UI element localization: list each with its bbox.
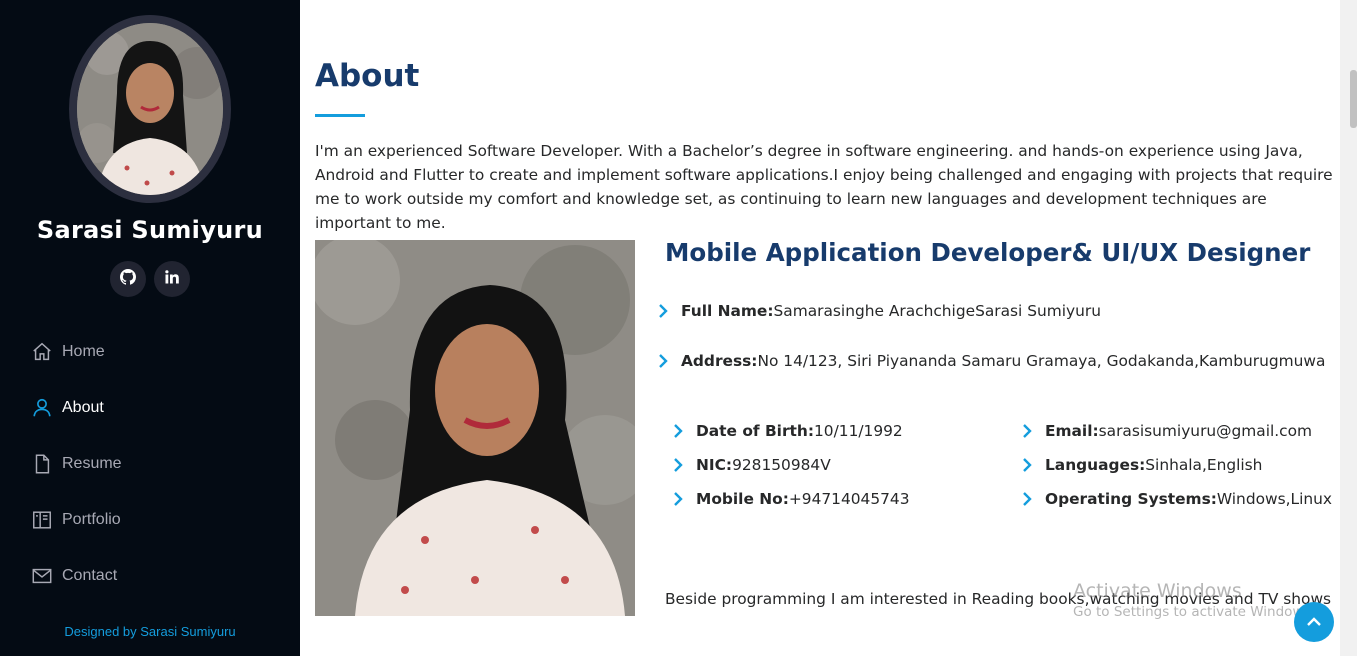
languages-row: Languages: Sinhala,English — [1019, 456, 1262, 474]
mobile-row: Mobile No: +94714045743 — [670, 490, 909, 508]
profile-name: Sarasi Sumiyuru — [36, 216, 264, 244]
chevron-right-icon — [670, 423, 686, 439]
chevron-up-icon — [1304, 612, 1324, 632]
profile-photo — [315, 240, 635, 616]
chevron-right-icon — [1019, 423, 1035, 439]
nav-label-portfolio: Portfolio — [62, 511, 121, 528]
os-row: Operating Systems: Windows,Linux — [1019, 490, 1332, 508]
role-title: Mobile Application Developer& UI/UX Desi… — [665, 238, 1311, 267]
nav-label-home: Home — [62, 343, 105, 360]
nav-label-contact: Contact — [62, 567, 118, 584]
chevron-right-icon — [1019, 457, 1035, 473]
nav-label-resume: Resume — [62, 455, 122, 472]
address-value: No 14/123, Siri Piyananda Samaru Gramaya… — [757, 352, 1326, 370]
scrollbar-thumb[interactable] — [1350, 70, 1357, 128]
full-name-value: Samarasinghe ArachchigeSarasi Sumiyuru — [773, 302, 1101, 320]
sidebar: Sarasi Sumiyuru Home About Resume Portfo… — [0, 0, 300, 656]
dob-value: 10/11/1992 — [814, 422, 903, 440]
nav-item-resume[interactable]: Resume — [0, 436, 300, 492]
mobile-label: Mobile No: — [696, 490, 789, 508]
credits-link[interactable]: Designed by Sarasi Sumiyuru — [0, 624, 300, 639]
full-name-label: Full Name: — [681, 302, 774, 320]
chevron-right-icon — [670, 491, 686, 507]
os-label: Operating Systems: — [1045, 490, 1217, 508]
portfolio-icon — [31, 509, 53, 531]
nav-item-portfolio[interactable]: Portfolio — [0, 492, 300, 548]
mobile-value: +94714045743 — [788, 490, 910, 508]
title-underline — [315, 114, 365, 117]
user-icon — [31, 397, 53, 419]
dob-row: Date of Birth: 10/11/1992 — [670, 422, 903, 440]
social-links — [0, 261, 300, 297]
about-intro: I'm an experienced Software Developer. W… — [315, 142, 1333, 232]
email-label: Email: — [1045, 422, 1099, 440]
email-row: Email: sarasisumiyuru@gmail.com — [1019, 422, 1312, 440]
nav-item-contact[interactable]: Contact — [0, 548, 300, 604]
hobbies-text: Beside programming I am interested in Re… — [665, 590, 1332, 608]
github-link[interactable] — [110, 261, 146, 297]
linkedin-link[interactable] — [154, 261, 190, 297]
nav-item-about[interactable]: About — [0, 380, 300, 436]
section-title: About — [315, 58, 420, 94]
email-value: sarasisumiyuru@gmail.com — [1098, 422, 1313, 440]
nic-value: 928150984V — [732, 456, 831, 474]
languages-label: Languages: — [1045, 456, 1146, 474]
nic-row: NIC: 928150984V — [670, 456, 831, 474]
home-icon — [31, 341, 53, 363]
github-icon — [120, 269, 137, 289]
about-section: About I'm an experienced Software Develo… — [300, 0, 1357, 656]
file-icon — [31, 453, 53, 475]
nav-label-about: About — [62, 399, 104, 416]
nic-label: NIC: — [696, 456, 733, 474]
page: Sarasi Sumiyuru Home About Resume Portfo… — [0, 0, 1357, 656]
envelope-icon — [31, 565, 53, 587]
profile-avatar — [69, 15, 231, 203]
os-value: Windows,Linux — [1216, 490, 1332, 508]
nav-item-home[interactable]: Home — [0, 324, 300, 380]
address-row: Address: No 14/123, Siri Piyananda Samaru… — [655, 352, 1325, 370]
chevron-right-icon — [670, 457, 686, 473]
chevron-right-icon — [655, 353, 671, 369]
dob-label: Date of Birth: — [696, 422, 815, 440]
full-name-row: Full Name: Samarasinghe ArachchigeSarasi … — [655, 302, 1101, 320]
address-label: Address: — [681, 352, 758, 370]
languages-value: Sinhala,English — [1145, 456, 1263, 474]
back-to-top-button[interactable] — [1294, 602, 1334, 642]
chevron-right-icon — [1019, 491, 1035, 507]
chevron-right-icon — [655, 303, 671, 319]
sidebar-nav: Home About Resume Portfolio Contact — [0, 324, 300, 604]
linkedin-icon — [164, 269, 180, 289]
